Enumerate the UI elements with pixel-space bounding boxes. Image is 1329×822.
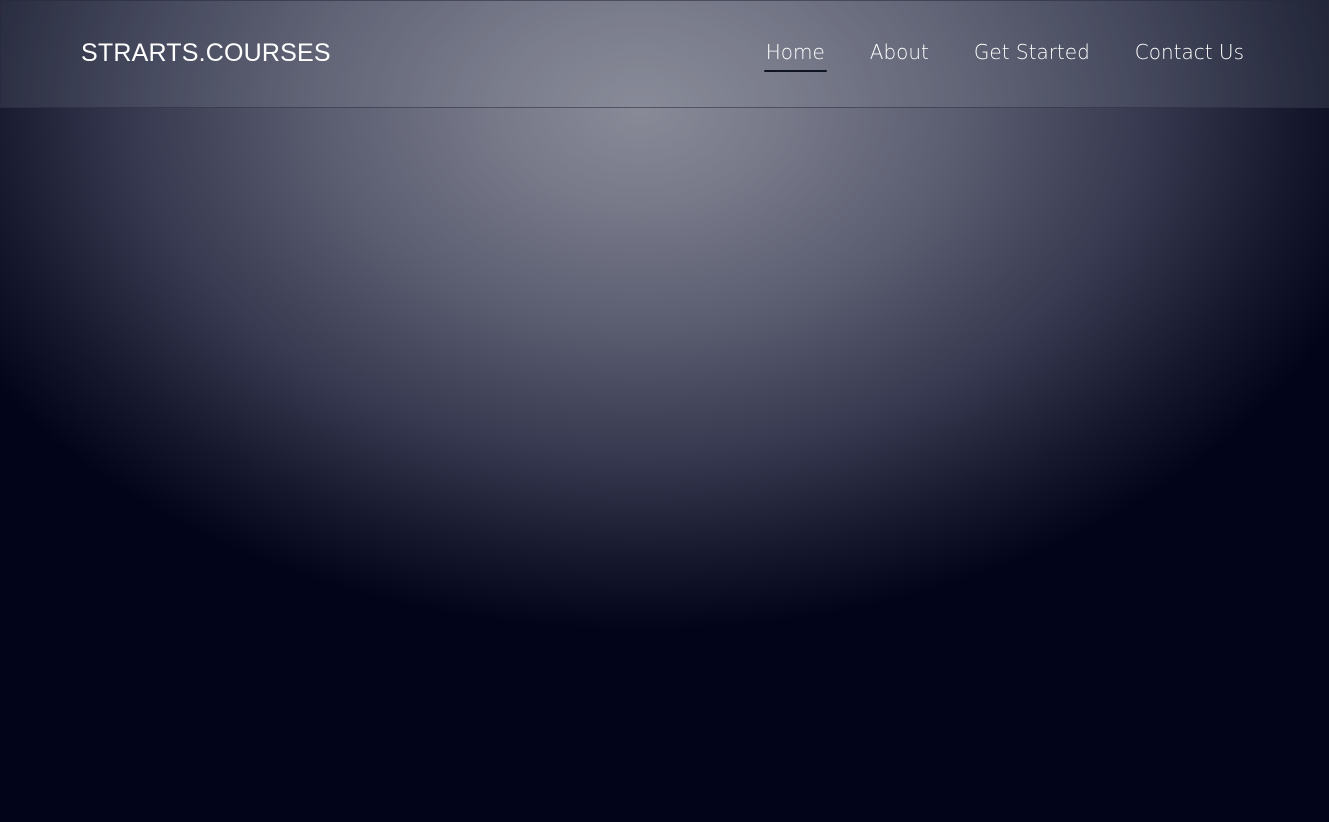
hero-background [0, 0, 1329, 822]
nav-link-home[interactable]: Home [763, 37, 827, 72]
main-navigation: Home About Get Started Contact Us [763, 37, 1244, 72]
top-navbar: STRARTS.COURSES Home About Get Started C… [0, 0, 1329, 108]
nav-link-about[interactable]: About [870, 37, 929, 72]
nav-link-contact-us[interactable]: Contact Us [1135, 37, 1244, 72]
brand-logo[interactable]: STRARTS.COURSES [81, 37, 331, 69]
nav-link-get-started[interactable]: Get Started [974, 37, 1090, 72]
